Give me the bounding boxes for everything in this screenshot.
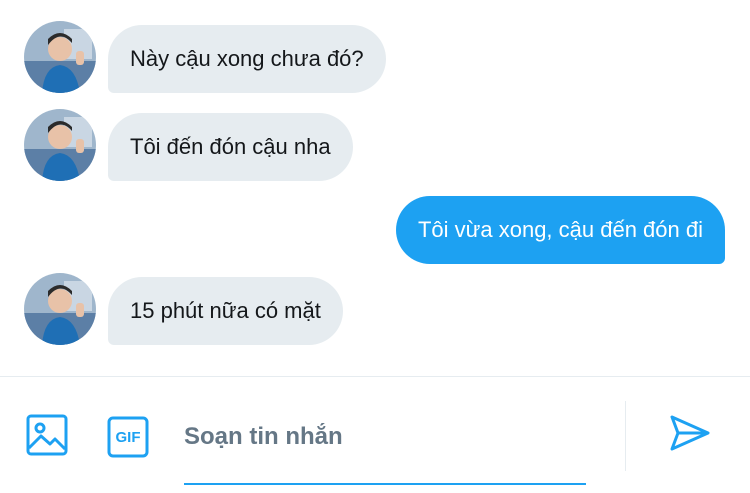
avatar[interactable] [24, 21, 96, 93]
image-icon [26, 414, 68, 461]
gif-label: GIF [115, 428, 141, 446]
message-thread: Này cậu xong chưa đó? Tôi đến đón cậu nh… [0, 0, 750, 377]
message-input[interactable] [184, 413, 586, 461]
message-row: Tôi vừa xong, cậu đến đón đi [0, 196, 750, 268]
add-gif-button[interactable]: GIF [104, 413, 152, 461]
incoming-message-bubble: Tôi đến đón cậu nha [108, 113, 353, 181]
avatar[interactable] [24, 273, 96, 345]
add-media-button[interactable] [23, 413, 71, 461]
message-row: 15 phút nữa có mặt [0, 273, 750, 345]
message-row: Này cậu xong chưa đó? [0, 21, 750, 93]
incoming-message-bubble: Này cậu xong chưa đó? [108, 25, 386, 93]
message-composer: GIF [0, 376, 750, 493]
message-row: Tôi đến đón cậu nha [0, 109, 750, 181]
gif-icon: GIF [107, 416, 149, 458]
incoming-message-bubble: 15 phút nữa có mặt [108, 277, 343, 345]
divider [625, 401, 626, 471]
message-input-wrapper [184, 413, 586, 485]
avatar[interactable] [24, 109, 96, 181]
send-button[interactable] [666, 411, 714, 459]
send-icon [668, 411, 712, 460]
outgoing-message-bubble: Tôi vừa xong, cậu đến đón đi [395, 196, 725, 264]
